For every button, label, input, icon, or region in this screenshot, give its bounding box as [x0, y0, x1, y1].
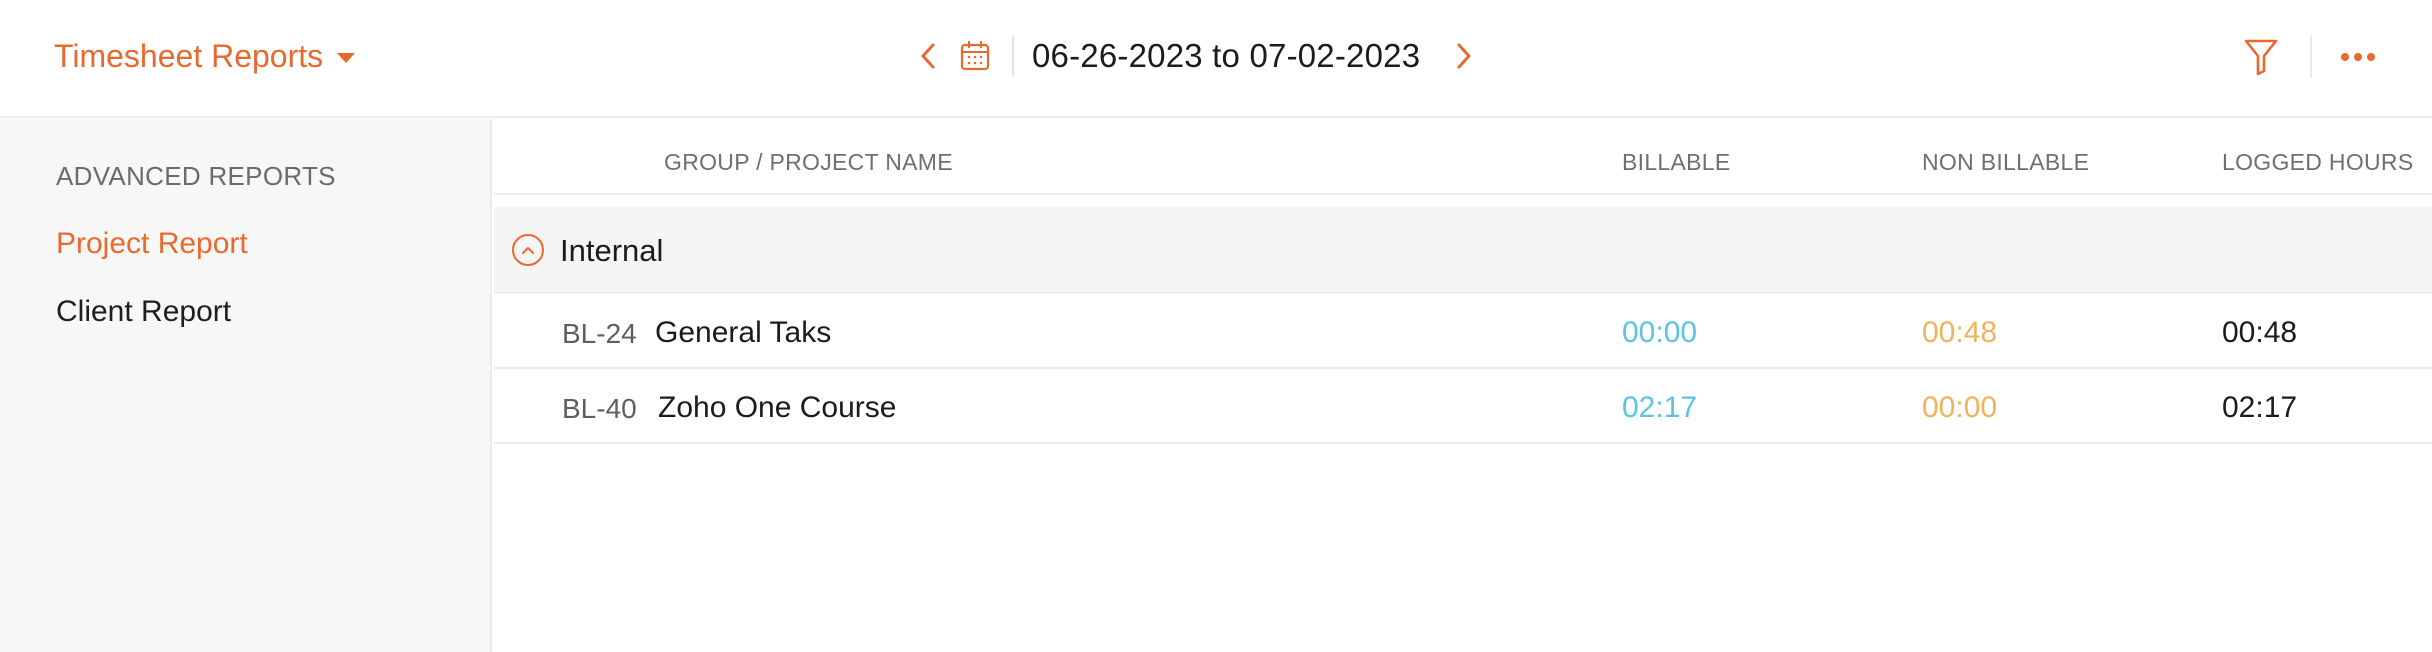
more-horizontal-icon	[2341, 53, 2349, 61]
calendar-button[interactable]	[954, 30, 996, 82]
column-header-logged-hours[interactable]: LOGGED HOURS	[2222, 149, 2413, 176]
chevron-left-icon	[921, 43, 935, 69]
date-navigator: 06-26-2023 to 07-02-2023	[912, 30, 1480, 82]
divider	[1012, 36, 1014, 76]
header-divider	[2310, 36, 2312, 78]
column-header-non-billable[interactable]: NON BILLABLE	[1922, 149, 2089, 176]
non-billable-hours: 00:00	[1922, 391, 1998, 424]
more-options-button[interactable]	[2336, 38, 2380, 76]
calendar-icon	[960, 41, 990, 71]
column-header-name[interactable]: GROUP / PROJECT NAME	[664, 149, 953, 176]
report-type-dropdown[interactable]: Timesheet Reports	[54, 36, 356, 76]
project-name[interactable]: General Taks	[655, 316, 831, 350]
table-row[interactable]: BL-24 General Taks 00:00 00:48 00:48	[494, 294, 2432, 369]
previous-period-button[interactable]	[912, 30, 944, 82]
sidebar-item-client-report[interactable]: Client Report	[56, 295, 231, 329]
sidebar: ADVANCED REPORTS Project Report Client R…	[0, 119, 492, 652]
collapse-group-button[interactable]	[512, 234, 544, 266]
report-type-label: Timesheet Reports	[54, 37, 324, 74]
caret-down-icon	[337, 53, 356, 63]
logged-hours: 02:17	[2222, 391, 2298, 424]
non-billable-hours: 00:48	[1922, 316, 1998, 349]
report-table: GROUP / PROJECT NAME BILLABLE NON BILLAB…	[494, 119, 2432, 652]
billable-hours: 00:00	[1622, 316, 1698, 349]
filter-icon	[2244, 39, 2278, 76]
sidebar-heading: ADVANCED REPORTS	[56, 161, 336, 191]
filter-button[interactable]	[2240, 34, 2282, 80]
billable-hours: 02:17	[1622, 391, 1698, 424]
column-header-billable[interactable]: BILLABLE	[1622, 149, 1731, 176]
project-code: BL-24	[562, 318, 637, 349]
logged-hours: 00:48	[2222, 316, 2298, 349]
project-name[interactable]: Zoho One Course	[658, 391, 896, 425]
table-header: GROUP / PROJECT NAME BILLABLE NON BILLAB…	[494, 119, 2432, 195]
top-header: Timesheet Reports 06-26-2023 to 07-02-20…	[0, 0, 2432, 118]
date-range-label: 06-26-2023 to 07-02-2023	[1032, 37, 1421, 74]
project-code: BL-40	[562, 393, 637, 424]
group-row: Internal	[494, 207, 2432, 293]
table-row[interactable]: BL-40 Zoho One Course 02:17 00:00 02:17	[494, 369, 2432, 444]
chevron-right-icon	[1457, 43, 1471, 69]
next-period-button[interactable]	[1448, 30, 1480, 82]
more-dot	[2354, 53, 2362, 61]
sidebar-item-project-report[interactable]: Project Report	[56, 227, 248, 261]
chevron-up-icon	[522, 247, 534, 254]
group-name: Internal	[560, 233, 664, 268]
more-dot	[2367, 53, 2375, 61]
